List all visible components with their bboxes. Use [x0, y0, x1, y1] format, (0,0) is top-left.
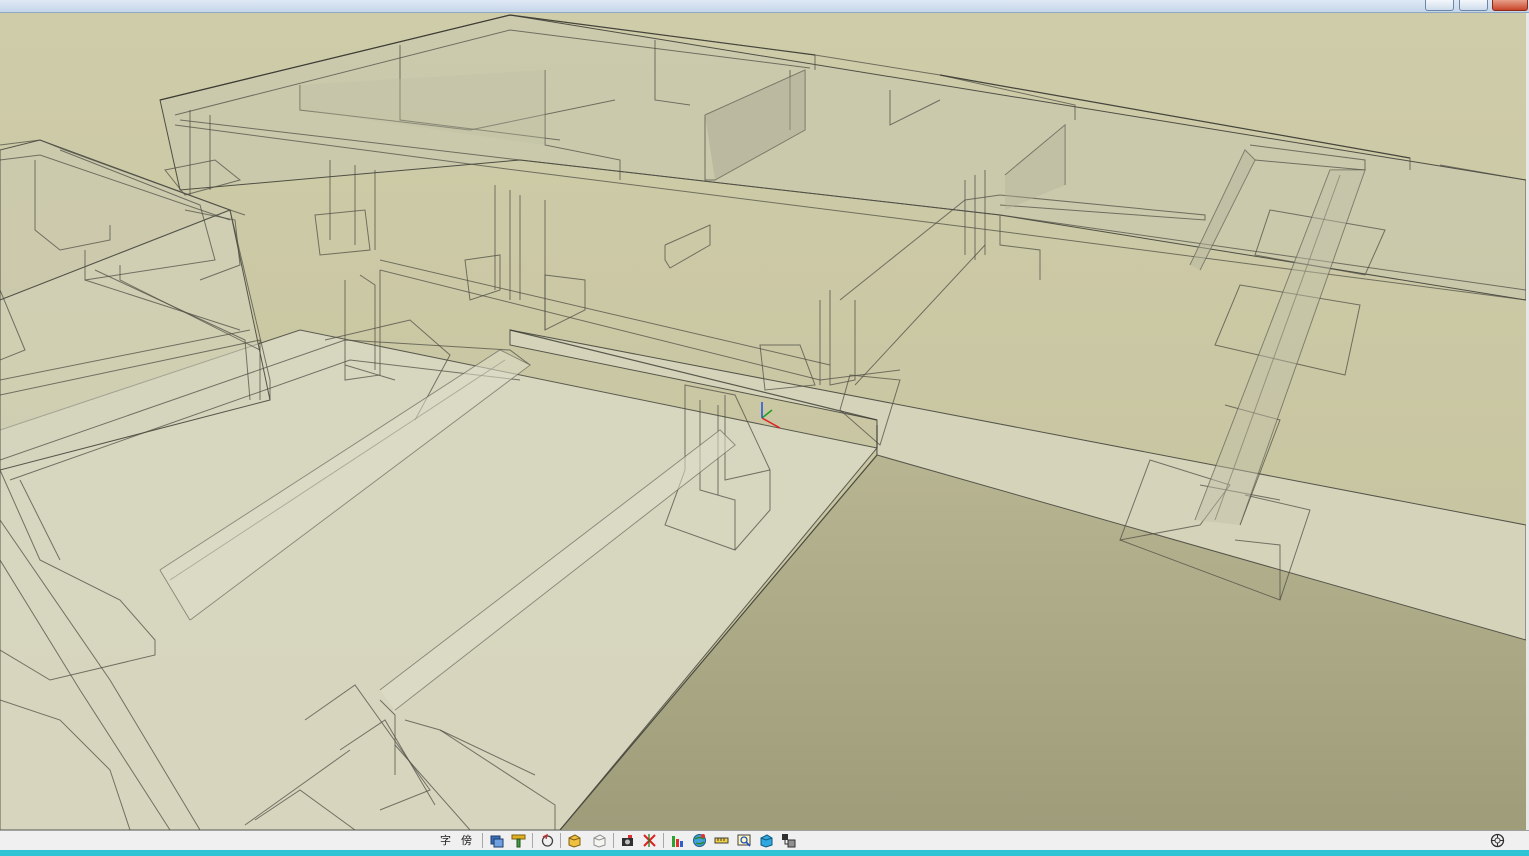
taskbar-edge [0, 850, 1529, 856]
char-mode-label[interactable]: 字 [440, 833, 451, 848]
separator [613, 833, 614, 848]
box-icon[interactable] [567, 833, 582, 848]
separator [482, 833, 483, 848]
status-bar: 字 傍 [0, 830, 1529, 850]
cube-icon[interactable] [759, 833, 774, 848]
orbit-icon[interactable] [540, 833, 555, 848]
ruler-icon[interactable] [714, 833, 729, 848]
zoom-window-icon[interactable] [737, 833, 752, 848]
component-icon[interactable] [781, 833, 796, 848]
globe-icon[interactable] [692, 833, 707, 848]
layers-icon[interactable] [489, 833, 504, 848]
section-icon[interactable] [511, 833, 526, 848]
window-title-bar [0, 0, 1529, 13]
separator [663, 833, 664, 848]
navigation-wheel-icon[interactable] [1490, 833, 1505, 848]
box-outline-icon[interactable] [592, 833, 607, 848]
chart-icon[interactable] [670, 833, 685, 848]
maximize-button[interactable] [1459, 0, 1488, 11]
close-button[interactable] [1492, 0, 1528, 11]
camera-icon[interactable] [620, 833, 635, 848]
separator [560, 833, 561, 848]
separator [532, 833, 533, 848]
minimize-button[interactable] [1425, 0, 1454, 11]
cross-icon[interactable] [642, 833, 657, 848]
side-mode-label[interactable]: 傍 [461, 833, 472, 848]
3d-model-viewport[interactable] [0, 13, 1526, 830]
